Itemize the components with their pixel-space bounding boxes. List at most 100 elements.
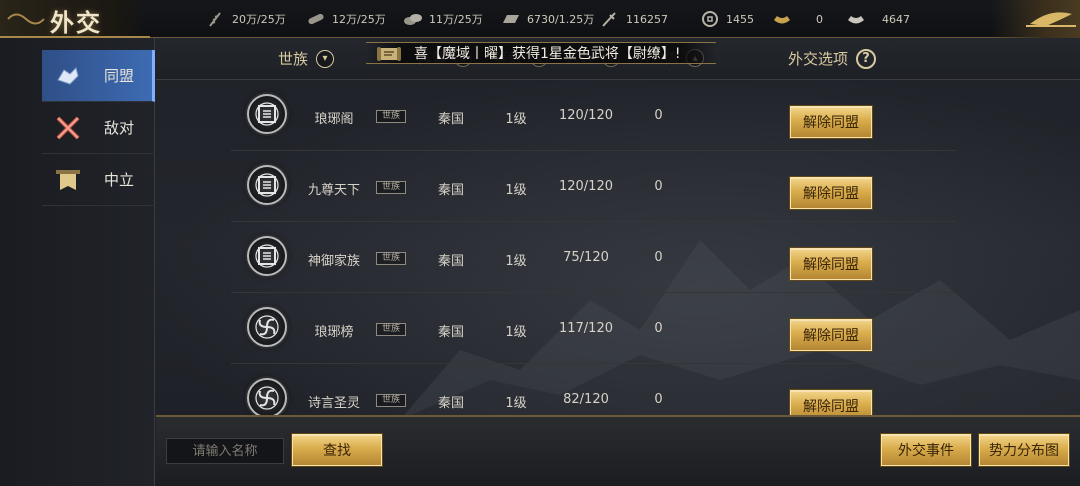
resource-wheat: 20万/25万 (206, 10, 286, 28)
dissolve-alliance-button[interactable]: 解除同盟 (790, 106, 872, 138)
clan-level: 1级 (505, 112, 527, 127)
table-row: 九尊天下 世族 秦国 1级 120/120 0 解除同盟 (231, 151, 956, 222)
dissolve-alliance-button[interactable]: 解除同盟 (790, 390, 872, 415)
clan-name: 琅琊榜 (314, 325, 354, 340)
swirl-emblem-icon (255, 386, 279, 410)
clan-tag: 世族 (376, 394, 406, 407)
clan-name: 琅琊阁 (314, 112, 354, 127)
handshake-icon (57, 66, 79, 85)
clan-name: 神御家族 (307, 254, 360, 269)
resource-silver-value: 4647 (882, 12, 910, 26)
sidebar-item-label: 同盟 (104, 67, 135, 85)
clan-power: 0 (654, 321, 663, 336)
clan-level: 1级 (505, 325, 527, 340)
column-clan-label: 世族 (278, 50, 309, 68)
resource-coin: 1455 (700, 10, 754, 28)
game-screen: 外交 20万/25万 12万/25万 11万/25万 6730/1.25万 11… (0, 0, 1080, 486)
clan-power: 0 (654, 179, 663, 194)
knot-emblem-icon (255, 173, 279, 197)
clan-emblem (247, 307, 287, 347)
wood-icon (308, 13, 324, 25)
chevron-down-icon[interactable]: ▾ (316, 49, 335, 68)
resource-troops-value: 116257 (626, 12, 668, 26)
sidebar-item-alliance[interactable]: 同盟 (42, 50, 155, 102)
clan-camp: 秦国 (437, 112, 464, 127)
sidebar-item-hostile[interactable]: 敌对 (42, 102, 155, 154)
title-plate: 外交 (0, 0, 150, 38)
resource-silver: 4647 (846, 10, 910, 28)
clan-name: 诗言圣灵 (307, 396, 360, 411)
column-options-label: 外交选项 (788, 50, 849, 68)
iron-icon (503, 15, 519, 23)
column-clan[interactable]: 世族 ▾ (278, 48, 335, 69)
clan-level: 1级 (505, 396, 527, 411)
clan-power: 0 (654, 392, 663, 407)
resource-wood-value: 12万/25万 (332, 13, 386, 26)
resource-wheat-value: 20万/25万 (232, 13, 286, 26)
search-input[interactable] (166, 438, 284, 464)
gold-ingot-icon (774, 16, 790, 24)
swirl-emblem-icon (255, 315, 279, 339)
back-button[interactable] (990, 0, 1080, 38)
clan-tag: 世族 (376, 181, 406, 194)
table-row: 琅琊阁 世族 秦国 1级 120/120 0 解除同盟 (231, 80, 956, 151)
clan-power: 0 (654, 108, 663, 123)
clan-members: 120/120 (558, 108, 613, 123)
power-map-button[interactable]: 势力分布图 (979, 434, 1069, 466)
silver-ingot-icon (848, 16, 864, 24)
resource-iron-value: 6730/1.25万 (527, 13, 595, 26)
help-icon[interactable]: ? (856, 48, 877, 69)
dissolve-alliance-button[interactable]: 解除同盟 (790, 248, 872, 280)
clan-level: 1级 (505, 183, 527, 198)
alliance-list: 琅琊阁 世族 秦国 1级 120/120 0 解除同盟 九尊天下 世族 秦国 1… (156, 80, 1080, 415)
clan-members: 75/120 (563, 250, 609, 265)
resource-gold-value: 0 (816, 12, 823, 26)
broadcast-banner: 喜【魔域丨曜】获得1星金色武将【尉缭】! (366, 42, 716, 64)
clan-members: 120/120 (558, 179, 613, 194)
column-options: 外交选项 ? (788, 48, 877, 69)
clan-emblem (247, 236, 287, 276)
sword-icon (602, 12, 616, 27)
back-arrow-icon (1026, 12, 1076, 27)
clan-power: 0 (654, 250, 663, 265)
clan-camp: 秦国 (437, 183, 464, 198)
dissolve-alliance-button[interactable]: 解除同盟 (790, 319, 872, 351)
resource-gold: 0 (772, 10, 823, 28)
table-row: 诗言圣灵 世族 秦国 1级 82/120 0 解除同盟 (231, 364, 956, 415)
top-bar: 外交 20万/25万 12万/25万 11万/25万 6730/1.25万 11… (0, 0, 1080, 38)
clan-tag: 世族 (376, 323, 406, 336)
page-title: 外交 (50, 8, 102, 37)
sidebar-item-label: 中立 (104, 171, 135, 189)
broadcast-text: 喜【魔域丨曜】获得1星金色武将【尉缭】! (414, 46, 681, 62)
knot-emblem-icon (255, 102, 279, 126)
resource-wood: 12万/25万 (306, 10, 386, 28)
clan-level: 1级 (505, 254, 527, 269)
table-row: 神御家族 世族 秦国 1级 75/120 0 解除同盟 (231, 222, 956, 293)
banner-icon (56, 169, 80, 190)
resource-stone: 11万/25万 (403, 10, 483, 28)
clan-emblem (247, 165, 287, 205)
clan-camp: 秦国 (437, 325, 464, 340)
scroll-icon (377, 47, 401, 61)
wheat-icon (209, 12, 221, 27)
stone-icon (404, 14, 422, 25)
diplomacy-events-button[interactable]: 外交事件 (881, 434, 971, 466)
coin-icon (702, 11, 718, 27)
resource-troops: 116257 (600, 10, 668, 28)
knot-emblem-icon (255, 244, 279, 268)
dissolve-alliance-button[interactable]: 解除同盟 (790, 177, 872, 209)
clan-tag: 世族 (376, 110, 406, 123)
sidebar-item-neutral[interactable]: 中立 (42, 154, 155, 206)
sidebar: 同盟 敌对 中立 (0, 38, 155, 486)
clan-emblem (247, 378, 287, 415)
clan-emblem (247, 94, 287, 134)
title-ornament-icon (7, 13, 45, 25)
bottom-bar: 查找 外交事件 势力分布图 (156, 415, 1080, 486)
resource-stone-value: 11万/25万 (429, 13, 483, 26)
table-row: 琅琊榜 世族 秦国 1级 117/120 0 解除同盟 (231, 293, 956, 364)
search-button[interactable]: 查找 (292, 434, 382, 466)
crossed-swords-icon (56, 116, 80, 139)
clan-members: 117/120 (558, 321, 613, 336)
resource-coin-value: 1455 (726, 12, 754, 26)
resource-iron: 6730/1.25万 (501, 10, 594, 28)
